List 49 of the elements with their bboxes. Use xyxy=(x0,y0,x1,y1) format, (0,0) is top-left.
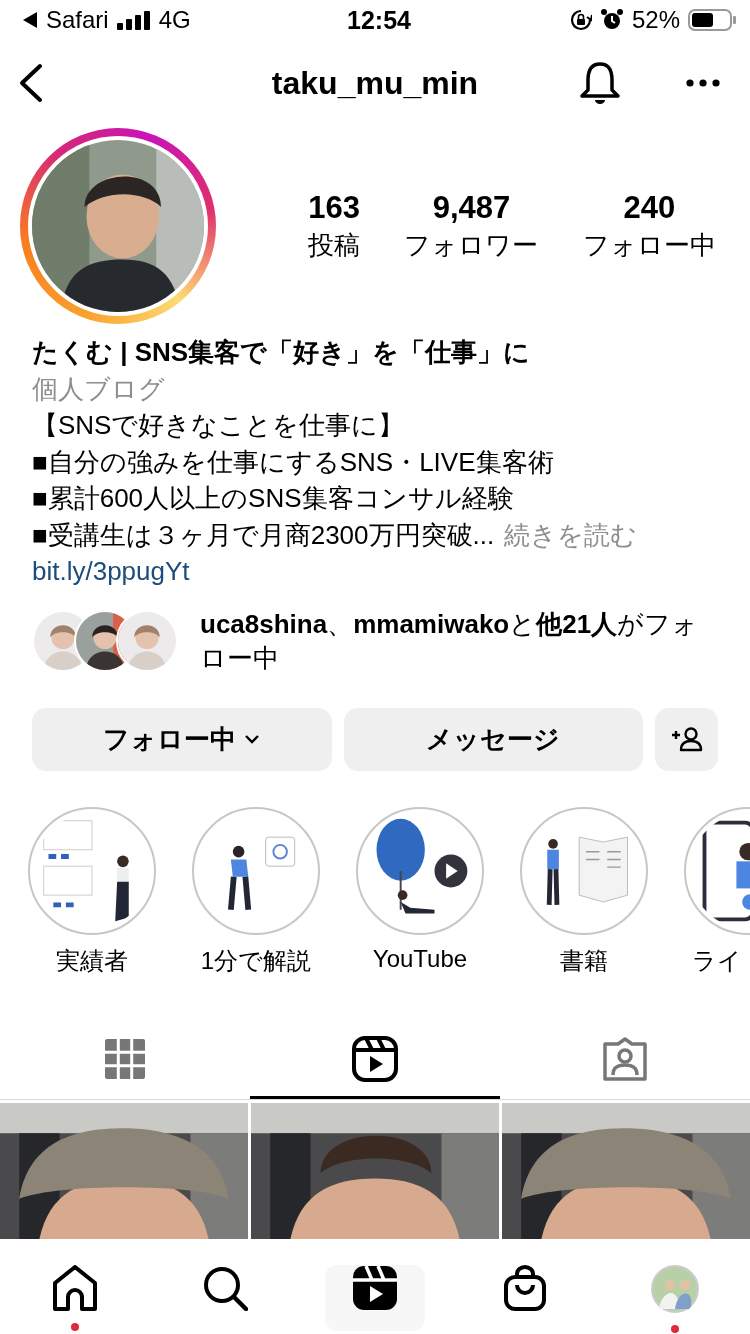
story-highlight[interactable] xyxy=(192,806,320,935)
add-person-icon xyxy=(670,726,703,752)
alarm-icon xyxy=(599,8,624,32)
story-highlight[interactable] xyxy=(520,806,648,935)
category-label: 個人ブログ xyxy=(32,372,166,406)
battery-icon xyxy=(688,9,736,31)
bio-line: 【SNSで好きなことを仕事に】 xyxy=(32,409,405,442)
clock: 12:54 xyxy=(347,5,411,35)
stat-count[interactable]: 163 xyxy=(308,189,360,226)
more-icon[interactable] xyxy=(686,79,720,87)
rotation-lock-icon xyxy=(569,9,592,31)
network-label: 4G xyxy=(158,6,191,34)
caret-icon xyxy=(244,734,261,744)
stat-count[interactable]: 240 xyxy=(623,189,676,226)
highlight-label[interactable]: ライ xyxy=(692,944,742,977)
reels-icon xyxy=(352,1036,398,1082)
battery-percent: 52% xyxy=(631,6,680,34)
bio-line: ■自分の強みを仕事にするSNS・LIVE集客術 xyxy=(32,445,554,479)
add-person-button[interactable] xyxy=(655,707,718,771)
back-app-label[interactable]: Safari xyxy=(46,6,109,34)
stat-count[interactable]: 9,487 xyxy=(432,189,511,226)
tagged-person-icon xyxy=(602,1037,648,1081)
highlight-label[interactable]: 書籍 xyxy=(560,944,608,977)
highlight-label[interactable]: 実績者 xyxy=(56,944,128,977)
message-button[interactable]: メッセージ xyxy=(343,707,643,771)
home-icon xyxy=(52,1264,98,1311)
back-icon[interactable] xyxy=(18,63,44,103)
reels-icon xyxy=(352,1264,398,1311)
grid-icon xyxy=(104,1038,146,1080)
stat-label[interactable]: フォロー中 xyxy=(582,227,716,263)
stat-label[interactable]: フォロワー xyxy=(404,227,539,263)
highlight-label[interactable]: YouTube xyxy=(372,944,468,973)
search-icon xyxy=(202,1264,248,1311)
stat-label[interactable]: 投稿 xyxy=(308,227,361,263)
shopping-bag-icon xyxy=(503,1264,547,1311)
highlight-label[interactable]: 1分で解説 xyxy=(200,944,312,977)
bio-line: ■受講生は３ヶ月で月商2300万円突破... xyxy=(32,518,495,552)
profile-username: taku_mu_min xyxy=(271,64,479,102)
bell-icon[interactable] xyxy=(578,60,622,106)
bio-link[interactable]: bit.ly/3ppugYt xyxy=(32,553,718,590)
display-name: たくむ | SNS集客で「好き」を「仕事」に xyxy=(32,336,532,369)
signal-icon xyxy=(116,10,151,30)
story-highlight[interactable] xyxy=(356,806,484,935)
nav-tab[interactable] xyxy=(325,1264,425,1331)
followed-by-text[interactable]: uca8shina、mmamiwakoと他21人がフォロー中 xyxy=(200,606,722,675)
bio-line: ■累計600人以上のSNS集客コンサル経験 xyxy=(32,482,514,515)
following-button[interactable]: フォロー中 xyxy=(32,707,332,771)
back-arrow-icon xyxy=(22,11,38,29)
story-highlight[interactable] xyxy=(28,806,156,935)
